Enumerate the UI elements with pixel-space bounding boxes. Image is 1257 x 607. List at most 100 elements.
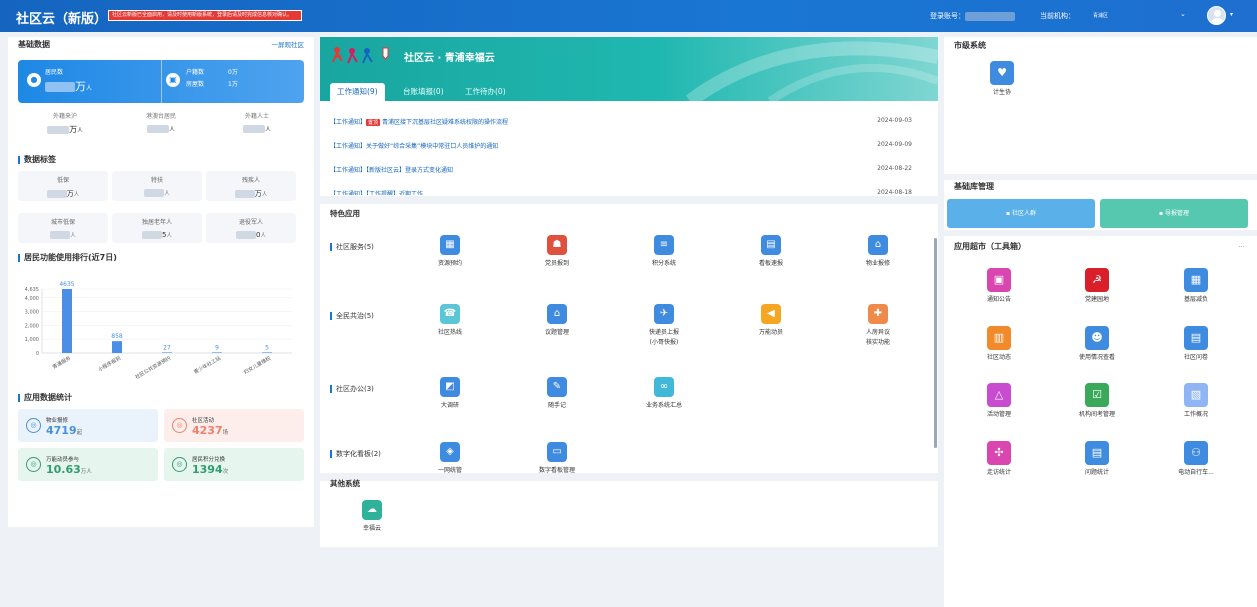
base-button-0[interactable]: ▪ 社区人群 [947, 199, 1095, 228]
app-shield[interactable]: ◈ 一网统管 [420, 442, 480, 476]
app-survey[interactable]: ◩ 大调研 [420, 377, 480, 411]
tool-users[interactable]: ☻ 使用情况查看 [1062, 326, 1132, 362]
city-app-label: 计生协 [992, 89, 1011, 96]
user-menu-icon[interactable]: ▾ [1230, 11, 1233, 18]
login-account: 登录账号： [930, 11, 1015, 21]
app-stat-card[interactable]: ◎ 万能动员参与 10.63万人 [18, 448, 158, 481]
data-tag-card[interactable]: 退役军人 0人 [206, 213, 296, 243]
tool-label: 工作概况 [1183, 411, 1208, 418]
toolbox-more-button[interactable]: ... [1238, 241, 1245, 249]
center-scrollbar[interactable] [934, 238, 937, 448]
bar-value-label: 9 [215, 344, 219, 351]
org-dropdown-icon[interactable]: ⌄ [1180, 10, 1186, 18]
app-report[interactable]: ▤ 看板速报 [741, 235, 801, 269]
tool-network[interactable]: ✣ 走访统计 [964, 441, 1034, 477]
household-icon: ▣ [166, 73, 180, 87]
org-value[interactable]: 青浦区 [1093, 12, 1108, 19]
app-courier[interactable]: ✈ 快递员上报 (小哥快报) [634, 304, 694, 348]
app-label: 物业报修 [865, 260, 890, 267]
notice-date: 2024-08-18 [877, 189, 912, 195]
data-tag-card[interactable]: 城市低保人 [18, 213, 108, 243]
tool-recycle[interactable]: △ 活动管理 [964, 383, 1034, 419]
notice-text: 青浦区接下沉基层社区疑难系统权限的操作流程 [382, 119, 509, 126]
other-systems-title: 其他系统 [330, 479, 360, 488]
y-tick-label: 0 [36, 351, 39, 357]
tool-label: 走访统计 [986, 469, 1011, 476]
app-monitor[interactable]: ▭ 数字看板管理 [527, 442, 587, 476]
tool-briefcase[interactable]: ▣ 通知公告 [964, 268, 1034, 304]
data-tag-card[interactable]: 独居老年人 5人 [112, 213, 202, 243]
app-note[interactable]: ✎ 随手记 [527, 377, 587, 411]
briefcase-icon: ▣ [987, 268, 1011, 292]
app-stat-label: 物业报修 [46, 418, 69, 424]
notice-item[interactable]: 【工作通知】 置顶 青浦区接下沉基层社区疑难系统权限的操作流程 2024-09-03 [330, 117, 924, 126]
category-label: 社区公共资源预约 [134, 355, 172, 381]
bar [112, 341, 122, 353]
app-calendar[interactable]: ▦ 资源预约 [420, 235, 480, 269]
base-button-1[interactable]: ▪ 导报管理 [1100, 199, 1248, 228]
right-panel: 市级系统 基础库管理 应用超市（工具箱） ... ♥ 计生协 ▪ 社区人群 ▪ 导报管… [944, 37, 1257, 607]
tool-chart[interactable]: ▧ 工作概况 [1161, 383, 1231, 419]
switch-community-link[interactable]: 一屏观社区 [272, 39, 305, 49]
app-xingfuyun[interactable]: ☁ 幸福云 [342, 500, 402, 534]
banner-title: 社区云 · 青浦幸福云 [404, 53, 495, 64]
app-group-label: 数字化看板(2) [330, 449, 381, 459]
tool-calendar[interactable]: ▦ 基层减负 [1161, 268, 1231, 304]
tool-label: 党建园地 [1084, 296, 1109, 303]
data-tag-card[interactable]: 低保 万人 [18, 171, 108, 201]
stat-2: 外籍人士人 [210, 111, 304, 139]
category-label: 妇女儿童维权 [243, 355, 272, 376]
category-label: 青浦服务 [51, 355, 72, 371]
tool-party[interactable]: ☭ 党建园地 [1062, 268, 1132, 304]
app-person-house[interactable]: ✚ 人房异议 核实功能 [848, 304, 908, 348]
tab-0[interactable]: 工作通知(9) [330, 83, 385, 101]
survey-icon: ◩ [440, 377, 460, 397]
app-party-member[interactable]: ☗ 党员报到 [527, 235, 587, 269]
app-bank[interactable]: ⌂ 议题管理 [527, 304, 587, 338]
tool-label: 使用情况查看 [1078, 354, 1115, 361]
form-icon: ▤ [1184, 326, 1208, 350]
house-icon: ⌂ [868, 235, 888, 255]
city-app[interactable]: ♥ 计生协 [967, 61, 1037, 97]
tab-2[interactable]: 工作待办(0) [458, 83, 513, 101]
base-data-title: 基础数据 [18, 40, 50, 49]
app-label: 看板速报 [758, 260, 783, 267]
stat-label: 港澳台居民 [145, 113, 176, 120]
tool-scooter[interactable]: ⚇ 电动自行车... [1161, 441, 1231, 477]
app-stat-card[interactable]: ◎ 物业报修 4719起 [18, 409, 158, 442]
notice-item[interactable]: 【工作通知】关于做好“综合采集”模块中常驻口人员维护的通知 2024-09-09 [330, 141, 924, 150]
app-house[interactable]: ⌂ 物业报修 [848, 235, 908, 269]
stat-label: 外籍来沪 [52, 113, 77, 120]
data-tag-value: 人 [18, 231, 108, 239]
app-database[interactable]: ≡ 积分系统 [634, 235, 694, 269]
app-sublabel: (小哥快报) [649, 339, 679, 346]
user-avatar[interactable] [1207, 6, 1226, 25]
data-tag-value: 万人 [18, 189, 108, 199]
app-title: 社区云（新版） [16, 12, 108, 27]
tool-document[interactable]: ▤ 问题统计 [1062, 441, 1132, 477]
tab-1[interactable]: 台账填报(0) [396, 83, 451, 101]
app-megaphone[interactable]: ◀ 万能动员 [741, 304, 801, 338]
courier-icon: ✈ [654, 304, 674, 324]
tool-check-list[interactable]: ☑ 机构间考管理 [1062, 383, 1132, 419]
logo-runners-icon [332, 47, 389, 64]
app-link[interactable]: ∞ 业务系统汇总 [634, 377, 694, 411]
data-tag-card[interactable]: 残疾人 万人 [206, 171, 296, 201]
app-label: 随手记 [547, 402, 566, 409]
notice-item[interactable]: 【工作通知】【工作提醒】近期工作 2024-08-18 [330, 189, 924, 195]
tool-bar-chart[interactable]: ▥ 社区动态 [964, 326, 1034, 362]
bar [62, 289, 72, 353]
app-stat-value: 10.63万人 [46, 463, 92, 476]
app-sublabel: 核实功能 [865, 339, 890, 346]
tool-form[interactable]: ▤ 社区问卷 [1161, 326, 1231, 362]
household-value: 0万 [228, 69, 238, 76]
app-stat-card[interactable]: ◎ 居民积分兑换 1394次 [164, 448, 304, 481]
app-hotline[interactable]: ☎ 社区热线 [420, 304, 480, 338]
notice-banner[interactable]: 社区云新版已全面启用，请及时使用新版系统，登录后请及时完成信息核对确认。 [108, 10, 302, 21]
data-tag-card[interactable]: 特扶人 [112, 171, 202, 201]
stat-0: 外籍来沪 万人 [18, 111, 112, 139]
app-label: 万能动员 [758, 329, 783, 336]
app-stat-card[interactable]: ◎ 社区活动 4237场 [164, 409, 304, 442]
data-tag-label: 城市低保 [50, 219, 75, 226]
notice-item[interactable]: 【工作通知】【新版社区云】登录方式变化通知 2024-08-22 [330, 165, 924, 174]
